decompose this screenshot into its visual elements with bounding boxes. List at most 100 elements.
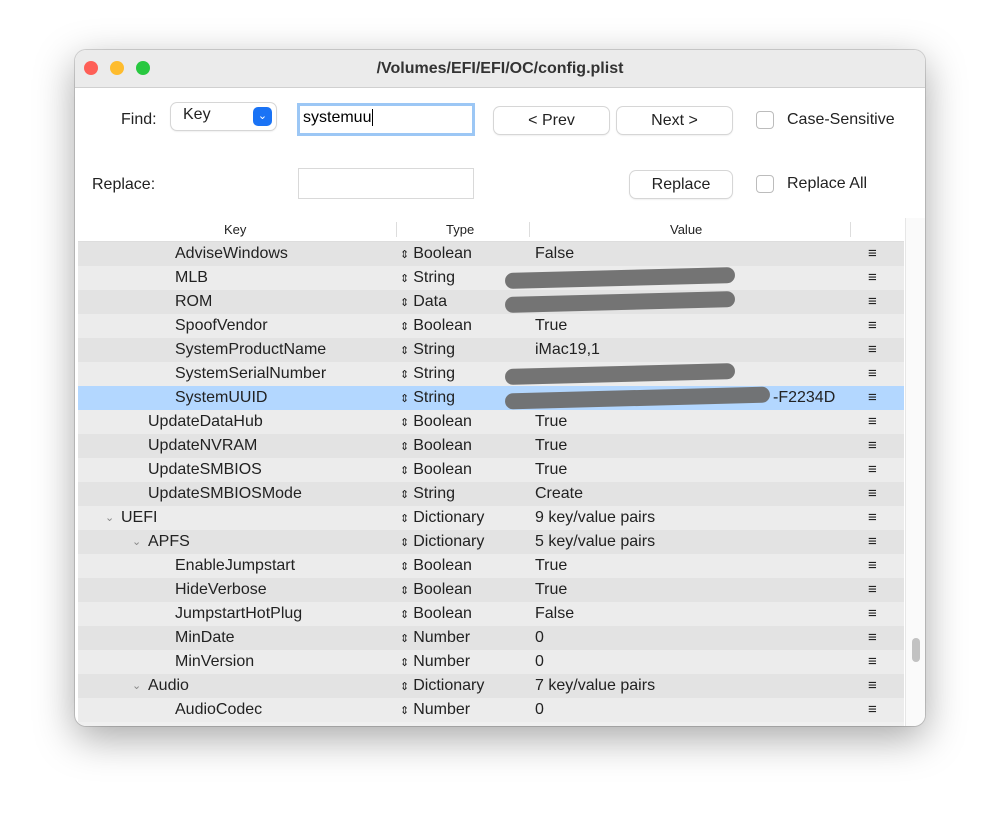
type-stepper-icon[interactable]: ⇕ xyxy=(400,489,409,501)
type-stepper-icon[interactable]: ⇕ xyxy=(400,441,409,453)
row-key[interactable]: APFS xyxy=(148,530,190,554)
vertical-scrollbar[interactable] xyxy=(905,218,925,726)
table-row[interactable]: UpdateSMBIOS ⇕ Boolean True ≡ xyxy=(78,458,904,482)
row-value[interactable]: False xyxy=(535,602,574,626)
row-type[interactable]: ⇕ Number xyxy=(400,626,470,651)
row-key[interactable]: MinVersion xyxy=(175,650,254,674)
type-stepper-icon[interactable]: ⇕ xyxy=(400,369,409,381)
close-button[interactable] xyxy=(84,61,98,75)
row-menu-icon[interactable]: ≡ xyxy=(868,242,877,266)
table-row[interactable]: SystemSerialNumber ⇕ String ≡ xyxy=(78,362,904,386)
row-value[interactable]: 0 xyxy=(535,650,544,674)
table-row[interactable]: MinVersion ⇕ Number 0 ≡ xyxy=(78,650,904,674)
row-key[interactable]: SpoofVendor xyxy=(175,314,268,338)
row-key[interactable]: HideVerbose xyxy=(175,578,267,602)
row-menu-icon[interactable]: ≡ xyxy=(868,674,877,698)
row-type[interactable]: ⇕ Boolean xyxy=(400,434,472,459)
disclosure-chevron-icon[interactable]: ⌄ xyxy=(105,506,114,530)
row-key[interactable]: MLB xyxy=(175,266,208,290)
type-stepper-icon[interactable]: ⇕ xyxy=(400,513,409,525)
row-key[interactable]: UpdateSMBIOSMode xyxy=(148,482,302,506)
row-key[interactable]: UEFI xyxy=(121,506,157,530)
replace-input[interactable] xyxy=(298,168,474,199)
table-row[interactable]: UpdateNVRAM ⇕ Boolean True ≡ xyxy=(78,434,904,458)
row-value[interactable]: True xyxy=(535,314,567,338)
row-key[interactable]: ROM xyxy=(175,290,212,314)
minimize-button[interactable] xyxy=(110,61,124,75)
row-value[interactable]: 0 xyxy=(535,698,544,722)
row-value[interactable]: -F2234D xyxy=(773,386,835,410)
row-key[interactable]: Audio xyxy=(148,674,189,698)
row-key[interactable]: MinDate xyxy=(175,626,235,650)
table-row[interactable]: SpoofVendor ⇕ Boolean True ≡ xyxy=(78,314,904,338)
column-header-value[interactable]: Value xyxy=(670,222,702,237)
find-input[interactable]: systemuu xyxy=(297,103,475,136)
row-type[interactable]: ⇕ String xyxy=(400,338,455,363)
table-row[interactable]: AdviseWindows ⇕ Boolean False ≡ xyxy=(78,242,904,266)
row-type[interactable]: ⇕ Boolean xyxy=(400,458,472,483)
row-value[interactable]: False xyxy=(535,242,574,266)
row-menu-icon[interactable]: ≡ xyxy=(868,458,877,482)
row-menu-icon[interactable]: ≡ xyxy=(868,482,877,506)
type-stepper-icon[interactable]: ⇕ xyxy=(400,585,409,597)
row-value[interactable]: 0 xyxy=(535,626,544,650)
row-value[interactable]: True xyxy=(535,434,567,458)
row-value[interactable]: 9 key/value pairs xyxy=(535,506,655,530)
next-button[interactable]: Next > xyxy=(617,107,732,134)
row-key[interactable]: UpdateSMBIOS xyxy=(148,458,262,482)
type-stepper-icon[interactable]: ⇕ xyxy=(400,393,409,405)
disclosure-chevron-icon[interactable]: ⌄ xyxy=(132,674,141,698)
type-stepper-icon[interactable]: ⇕ xyxy=(400,657,409,669)
row-value[interactable]: iMac19,1 xyxy=(535,338,600,362)
type-stepper-icon[interactable]: ⇕ xyxy=(400,561,409,573)
table-row[interactable]: HideVerbose ⇕ Boolean True ≡ xyxy=(78,578,904,602)
row-key[interactable]: SystemUUID xyxy=(175,386,267,410)
type-stepper-icon[interactable]: ⇕ xyxy=(400,345,409,357)
row-type[interactable]: ⇕ Boolean xyxy=(400,314,472,339)
row-menu-icon[interactable]: ≡ xyxy=(868,530,877,554)
row-menu-icon[interactable]: ≡ xyxy=(868,410,877,434)
replace-all-checkbox[interactable] xyxy=(756,175,774,193)
row-menu-icon[interactable]: ≡ xyxy=(868,266,877,290)
table-row[interactable]: MLB ⇕ String ≡ xyxy=(78,266,904,290)
table-row[interactable]: MinDate ⇕ Number 0 ≡ xyxy=(78,626,904,650)
type-stepper-icon[interactable]: ⇕ xyxy=(400,273,409,285)
row-type[interactable]: ⇕ String xyxy=(400,482,455,507)
row-menu-icon[interactable]: ≡ xyxy=(868,626,877,650)
type-stepper-icon[interactable]: ⇕ xyxy=(400,537,409,549)
table-row[interactable]: UpdateSMBIOSMode ⇕ String Create ≡ xyxy=(78,482,904,506)
type-stepper-icon[interactable]: ⇕ xyxy=(400,705,409,717)
table-row[interactable]: ROM ⇕ Data ≡ xyxy=(78,290,904,314)
row-key[interactable]: JumpstartHotPlug xyxy=(175,602,302,626)
type-stepper-icon[interactable]: ⇕ xyxy=(400,297,409,309)
row-type[interactable]: ⇕ Boolean xyxy=(400,578,472,603)
table-row[interactable]: EnableJumpstart ⇕ Boolean True ≡ xyxy=(78,554,904,578)
type-stepper-icon[interactable]: ⇕ xyxy=(400,465,409,477)
column-header-type[interactable]: Type xyxy=(446,222,474,237)
row-key[interactable]: SystemProductName xyxy=(175,338,326,362)
table-row[interactable]: ⌄ APFS ⇕ Dictionary 5 key/value pairs ≡ xyxy=(78,530,904,554)
row-type[interactable]: ⇕ Dictionary xyxy=(400,530,484,555)
zoom-button[interactable] xyxy=(136,61,150,75)
row-type[interactable]: ⇕ Boolean xyxy=(400,554,472,579)
row-menu-icon[interactable]: ≡ xyxy=(868,338,877,362)
table-row[interactable]: UpdateDataHub ⇕ Boolean True ≡ xyxy=(78,410,904,434)
row-value[interactable]: Create xyxy=(535,482,583,506)
row-type[interactable]: ⇕ String xyxy=(400,386,455,411)
row-key[interactable]: AdviseWindows xyxy=(175,242,288,266)
row-menu-icon[interactable]: ≡ xyxy=(868,554,877,578)
row-key[interactable]: UpdateNVRAM xyxy=(148,434,257,458)
row-menu-icon[interactable]: ≡ xyxy=(868,362,877,386)
table-row[interactable]: SystemProductName ⇕ String iMac19,1 ≡ xyxy=(78,338,904,362)
replace-button[interactable]: Replace xyxy=(630,171,732,198)
row-menu-icon[interactable]: ≡ xyxy=(868,578,877,602)
row-menu-icon[interactable]: ≡ xyxy=(868,650,877,674)
table-row[interactable]: ⌄ Audio ⇕ Dictionary 7 key/value pairs ≡ xyxy=(78,674,904,698)
row-value[interactable]: True xyxy=(535,458,567,482)
find-mode-select[interactable]: Key ⌄ xyxy=(171,103,276,130)
row-menu-icon[interactable]: ≡ xyxy=(868,386,877,410)
table-row[interactable]: AudioCodec ⇕ Number 0 ≡ xyxy=(78,698,904,722)
row-menu-icon[interactable]: ≡ xyxy=(868,506,877,530)
row-key[interactable]: EnableJumpstart xyxy=(175,554,295,578)
scrollbar-thumb[interactable] xyxy=(912,638,920,662)
